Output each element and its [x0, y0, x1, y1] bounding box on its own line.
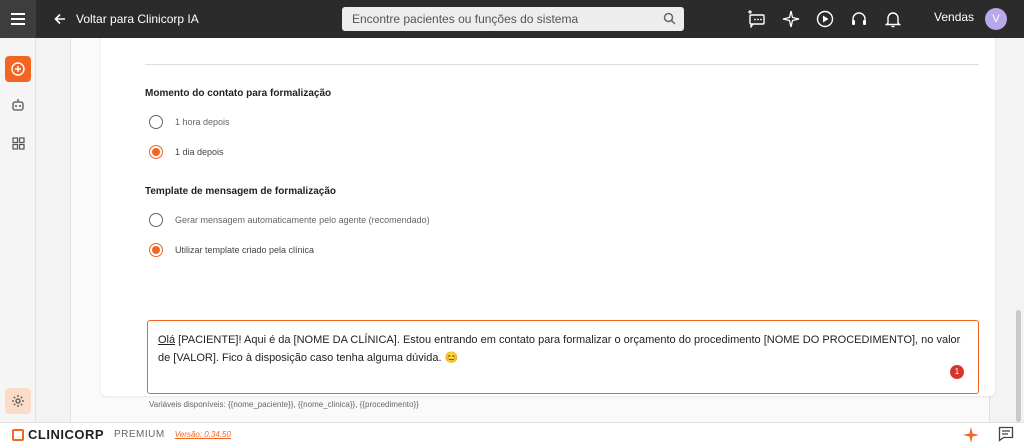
radio-option-clinic-template[interactable]: Utilizar template criado pela clínica	[149, 243, 314, 257]
content-panel: Momento do contato para formalização 1 h…	[70, 38, 995, 422]
radio-label: 1 hora depois	[175, 117, 230, 127]
moment-title: Momento do contato para formalização	[145, 88, 332, 99]
sidebar-item-settings[interactable]	[5, 388, 31, 414]
sidebar-item-apps[interactable]	[5, 130, 31, 156]
sparkle-logo-icon[interactable]	[962, 426, 980, 446]
sidebar-item-new[interactable]	[5, 56, 31, 82]
radio-label: Gerar mensagem automaticamente pelo agen…	[175, 215, 430, 225]
search-placeholder: Encontre pacientes ou funções do sistema	[352, 12, 579, 26]
add-circle-icon	[11, 62, 25, 76]
menu-button[interactable]	[0, 0, 36, 38]
radio-button-selected[interactable]	[149, 145, 163, 159]
plan-label: PREMIUM	[114, 429, 165, 440]
robot-icon	[12, 99, 24, 111]
search-input[interactable]: Encontre pacientes ou funções do sistema	[342, 7, 684, 31]
radio-option-1h[interactable]: 1 hora depois	[149, 115, 230, 129]
error-count-badge[interactable]: 1	[950, 365, 964, 379]
headset-icon[interactable]	[848, 8, 870, 30]
user-name[interactable]: Vendas	[934, 10, 974, 24]
sidebar	[0, 38, 36, 422]
main-content: Momento do contato para formalização 1 h…	[36, 38, 1024, 422]
template-first-word: Olá	[158, 334, 176, 346]
avatar[interactable]: V	[985, 8, 1007, 30]
radio-option-auto[interactable]: Gerar mensagem automaticamente pelo agen…	[149, 213, 430, 227]
radio-button[interactable]	[149, 115, 163, 129]
settings-card: Momento do contato para formalização 1 h…	[101, 38, 995, 409]
version-link[interactable]: Versão: 0.34.50	[175, 430, 231, 439]
brand-logo: CLINICORP	[12, 427, 104, 442]
grid-icon	[11, 136, 25, 150]
arrow-left-icon	[54, 13, 65, 25]
template-text: [PACIENTE]! Aqui é da [NOME DA CLÍNICA].…	[158, 334, 961, 364]
radio-button[interactable]	[149, 213, 163, 227]
template-title: Template de mensagem de formalização	[145, 186, 336, 197]
back-label: Voltar para Clinicorp IA	[76, 12, 199, 26]
variables-hint: Variáveis disponíveis: {{nome_paciente}}…	[149, 400, 419, 409]
template-textarea[interactable]: Olá [PACIENTE]! Aqui é da [NOME DA CLÍNI…	[147, 320, 979, 394]
hamburger-icon	[11, 13, 25, 25]
chat-icon[interactable]	[998, 426, 1014, 446]
sidebar-item-ai[interactable]	[5, 92, 31, 118]
ai-chat-icon[interactable]	[746, 8, 768, 30]
logo-mark-icon	[12, 428, 24, 441]
gear-icon	[12, 395, 24, 407]
bell-icon[interactable]	[882, 8, 904, 30]
search-icon	[663, 12, 676, 25]
radio-label: 1 dia depois	[175, 147, 224, 157]
radio-button-selected[interactable]	[149, 243, 163, 257]
radio-option-1d[interactable]: 1 dia depois	[149, 145, 224, 159]
top-bar: Voltar para Clinicorp IA Encontre pacien…	[0, 0, 1024, 38]
scrollbar-thumb[interactable]	[1016, 310, 1021, 422]
sparkle-icon[interactable]	[780, 8, 802, 30]
footer: CLINICORP PREMIUM Versão: 0.34.50	[0, 422, 1024, 446]
scrollbar[interactable]	[1012, 38, 1024, 422]
play-circle-icon[interactable]	[814, 8, 836, 30]
divider	[145, 64, 979, 65]
radio-label: Utilizar template criado pela clínica	[175, 245, 315, 255]
brand-name: CLINICORP	[28, 427, 104, 442]
back-link[interactable]: Voltar para Clinicorp IA	[54, 12, 199, 26]
